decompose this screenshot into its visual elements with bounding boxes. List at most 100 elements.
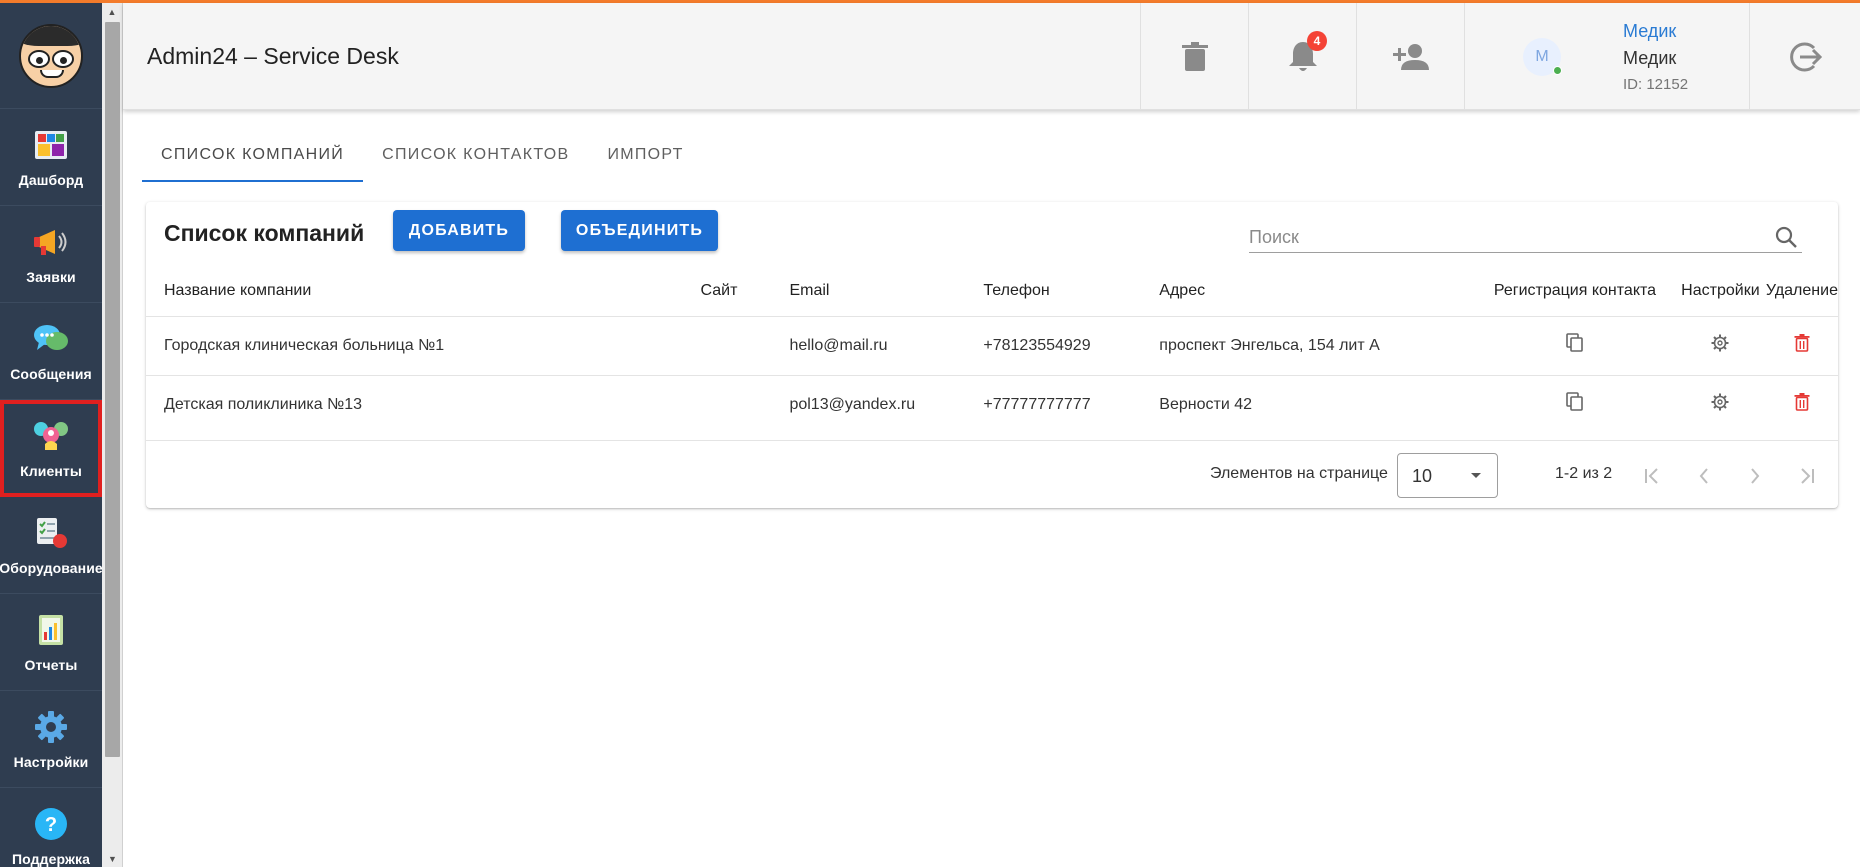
sidebar-item-label: Дашборд xyxy=(18,172,84,188)
dropdown-caret-icon xyxy=(1471,473,1481,478)
sidebar-item-support[interactable]: ? Поддержка xyxy=(0,788,102,867)
company-phone-cell: +78123554929 xyxy=(983,315,1160,375)
trash-icon xyxy=(1181,41,1208,71)
page-title: Admin24 – Service Desk xyxy=(147,43,399,69)
trash-button[interactable] xyxy=(1140,3,1248,110)
sidebar-item-label: Настройки xyxy=(13,754,89,770)
sidebar-item-settings[interactable]: Настройки xyxy=(0,691,102,788)
contact-registration-cell xyxy=(1475,374,1675,434)
sidebar-item-label: Заявки xyxy=(26,269,76,285)
app-logo[interactable] xyxy=(0,3,102,109)
table-header-row: Название компании Сайт Email Телефон Адр… xyxy=(146,266,1838,316)
user-profile-link[interactable]: Медик xyxy=(1623,21,1676,42)
settings-cell xyxy=(1674,374,1766,434)
logout-button[interactable] xyxy=(1749,3,1860,110)
column-header-phone: Телефон xyxy=(983,281,1050,299)
equipment-checklist-icon xyxy=(32,514,70,552)
tab-bar: СПИСОК КОМПАНИЙ СПИСОК КОНТАКТОВ ИМПОРТ xyxy=(142,128,703,182)
column-header-delete: Удаление xyxy=(1765,281,1838,299)
company-name-cell: Детская поликлиника №13 xyxy=(146,374,701,434)
company-address-cell: Верности 42 xyxy=(1159,374,1476,434)
column-header-settings: Настройки xyxy=(1681,281,1760,299)
user-profile[interactable]: М Медик Медик ID: 12152 xyxy=(1464,3,1749,110)
tab-import[interactable]: ИМПОРТ xyxy=(588,128,702,182)
sidebar-item-label: Поддержка xyxy=(12,851,90,867)
sidebar-item-messages[interactable]: Сообщения xyxy=(0,303,102,400)
notification-count-badge: 4 xyxy=(1307,31,1327,51)
company-email-cell: hello@mail.ru xyxy=(789,315,984,375)
online-status-dot xyxy=(1553,66,1562,75)
scroll-up-arrow-icon[interactable]: ▲ xyxy=(102,3,122,20)
search-icon[interactable] xyxy=(1774,225,1798,249)
megaphone-icon xyxy=(32,223,70,261)
card-title: Список компаний xyxy=(164,220,365,246)
sidebar-item-label: Отчеты xyxy=(24,657,78,673)
delete-icon[interactable] xyxy=(1794,334,1810,352)
sidebar-item-reports[interactable]: Отчеты xyxy=(0,594,102,691)
last-page-icon xyxy=(1801,468,1814,484)
scroll-down-arrow-icon[interactable]: ▼ xyxy=(102,850,123,867)
scrollbar-thumb[interactable] xyxy=(105,22,120,757)
clients-group-icon xyxy=(32,417,70,455)
table-row[interactable]: Детская поликлиника №13 pol13@yandex.ru … xyxy=(146,374,1838,434)
user-name: Медик xyxy=(1623,48,1677,68)
first-page-button[interactable] xyxy=(1636,459,1670,493)
notifications-button[interactable]: 4 xyxy=(1248,3,1356,110)
logout-icon xyxy=(1790,42,1822,71)
sidebar-item-label: Оборудование xyxy=(0,560,103,576)
next-page-button[interactable] xyxy=(1738,459,1772,493)
user-id: ID: 12152 xyxy=(1623,76,1689,93)
chevron-left-icon xyxy=(1699,468,1708,484)
column-header-name: Название компании xyxy=(164,281,312,299)
company-phone-cell: +77777777777 xyxy=(983,374,1160,434)
contact-registration-cell xyxy=(1475,315,1675,375)
dashboard-tiles-icon xyxy=(32,126,70,164)
per-page-select[interactable]: 10 xyxy=(1397,453,1498,498)
app-root: Дашборд Заявки Сообщения Клиенты Оборудо xyxy=(0,0,1860,867)
report-chart-icon xyxy=(32,611,70,649)
sidebar-item-dashboard[interactable]: Дашборд xyxy=(0,109,102,206)
chevron-right-icon xyxy=(1751,468,1760,484)
cartoon-face-logo-icon xyxy=(19,23,83,88)
tab-company-list[interactable]: СПИСОК КОМПАНИЙ xyxy=(142,128,364,182)
search-field xyxy=(1249,223,1802,253)
settings-cell xyxy=(1674,315,1766,375)
company-email-cell: pol13@yandex.ru xyxy=(789,374,984,434)
page-scrollbar[interactable]: ▲ ▼ xyxy=(102,3,123,867)
gear-icon[interactable] xyxy=(1711,334,1729,352)
first-page-icon xyxy=(1645,468,1658,484)
delete-cell xyxy=(1765,374,1838,434)
sidebar-item-equipment[interactable]: Оборудование xyxy=(0,497,103,594)
sidebar-item-label: Клиенты xyxy=(20,463,82,479)
copy-icon[interactable] xyxy=(1566,392,1584,412)
column-header-address: Адрес xyxy=(1159,281,1206,299)
search-input[interactable] xyxy=(1249,225,1759,249)
copy-icon[interactable] xyxy=(1566,333,1584,353)
person-add-icon xyxy=(1392,43,1429,70)
pagination: Элементов на странице 10 1-2 из 2 xyxy=(146,440,1838,508)
help-question-icon: ? xyxy=(32,805,70,843)
gear-icon[interactable] xyxy=(1711,393,1729,411)
column-header-email: Email xyxy=(789,281,830,299)
merge-companies-button[interactable]: ОБЪЕДИНИТЬ xyxy=(561,210,718,251)
company-name-cell: Городская клиническая больница №1 xyxy=(146,315,701,375)
last-page-button[interactable] xyxy=(1789,459,1823,493)
svg-text:?: ? xyxy=(45,814,57,836)
company-site-cell xyxy=(700,374,790,434)
sidebar-item-label: Сообщения xyxy=(10,366,92,382)
per-page-label: Элементов на странице xyxy=(1210,465,1388,482)
company-address-cell: проспект Энгельса, 154 лит А xyxy=(1159,315,1476,375)
table-row[interactable]: Городская клиническая больница №1 hello@… xyxy=(146,315,1838,375)
sidebar-item-clients[interactable]: Клиенты xyxy=(0,400,102,497)
chat-bubbles-icon xyxy=(32,320,70,358)
app-header: Admin24 – Service Desk 4 М Медик Медик I… xyxy=(123,3,1860,110)
companies-table: Название компании Сайт Email Телефон Адр… xyxy=(146,266,1838,434)
page-range: 1-2 из 2 xyxy=(1555,465,1613,482)
add-company-button[interactable]: ДОБАВИТЬ xyxy=(393,210,525,251)
tab-contact-list[interactable]: СПИСОК КОНТАКТОВ xyxy=(363,128,588,182)
sidebar-item-requests[interactable]: Заявки xyxy=(0,206,102,303)
delete-icon[interactable] xyxy=(1794,393,1810,412)
prev-page-button[interactable] xyxy=(1687,459,1721,493)
add-user-button[interactable] xyxy=(1356,3,1464,110)
delete-cell xyxy=(1765,315,1838,375)
